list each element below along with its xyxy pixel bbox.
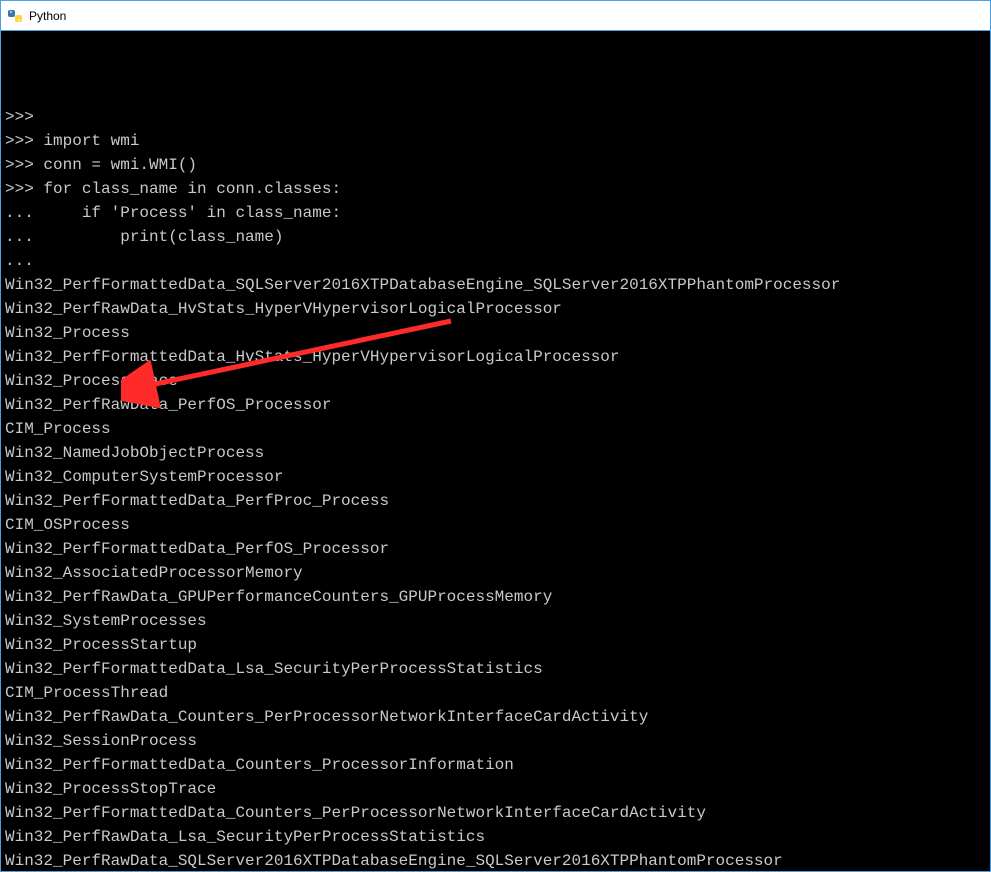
console-line: Win32_AssociatedProcessorMemory — [5, 561, 986, 585]
console-line: Win32_PerfRawData_Lsa_SecurityPerProcess… — [5, 825, 986, 849]
console-line: >>> import wmi — [5, 129, 986, 153]
console-line: Win32_PerfRawData_GPUPerformanceCounters… — [5, 585, 986, 609]
console-line: Win32_PerfFormattedData_SQLServer2016XTP… — [5, 273, 986, 297]
console-line: CIM_OSProcess — [5, 513, 986, 537]
console-line: Win32_PerfFormattedData_PerfOS_Processor — [5, 537, 986, 561]
console-line: Win32_ProcessTrace — [5, 369, 986, 393]
console-output[interactable]: >>>>>> import wmi>>> conn = wmi.WMI()>>>… — [1, 31, 990, 871]
console-line: >>> for class_name in conn.classes: — [5, 177, 986, 201]
console-line: Win32_PerfFormattedData_HvStats_HyperVHy… — [5, 345, 986, 369]
console-line: Win32_ComputerSystemProcessor — [5, 465, 986, 489]
console-line: CIM_Process — [5, 417, 986, 441]
console-line: Win32_SessionProcess — [5, 729, 986, 753]
console-line: ... — [5, 249, 986, 273]
console-line: >>> — [5, 105, 986, 129]
console-line: Win32_NamedJobObjectProcess — [5, 441, 986, 465]
console-line: Win32_PerfRawData_Counters_PerProcessorN… — [5, 705, 986, 729]
python-icon — [7, 8, 23, 24]
console-line: Win32_Process — [5, 321, 986, 345]
console-line: Win32_SystemProcesses — [5, 609, 986, 633]
console-line: Win32_ProcessStopTrace — [5, 777, 986, 801]
console-line: ... if 'Process' in class_name: — [5, 201, 986, 225]
console-line: Win32_ProcessStartup — [5, 633, 986, 657]
console-line: Win32_PerfFormattedData_Lsa_SecurityPerP… — [5, 657, 986, 681]
console-line: Win32_PerfFormattedData_PerfProc_Process — [5, 489, 986, 513]
console-line: >>> conn = wmi.WMI() — [5, 153, 986, 177]
console-line: CIM_ProcessThread — [5, 681, 986, 705]
console-line: Win32_PerfRawData_PerfOS_Processor — [5, 393, 986, 417]
console-line: Win32_PerfFormattedData_Counters_Process… — [5, 753, 986, 777]
console-line: Win32_PerfRawData_SQLServer2016XTPDataba… — [5, 849, 986, 871]
window-title: Python — [29, 9, 66, 23]
console-line: ... print(class_name) — [5, 225, 986, 249]
console-line: Win32_PerfFormattedData_Counters_PerProc… — [5, 801, 986, 825]
titlebar[interactable]: Python — [1, 1, 990, 31]
console-line: Win32_PerfRawData_HvStats_HyperVHypervis… — [5, 297, 986, 321]
python-console-window: Python >>>>>> import wmi>>> conn = wmi.W… — [0, 0, 991, 872]
